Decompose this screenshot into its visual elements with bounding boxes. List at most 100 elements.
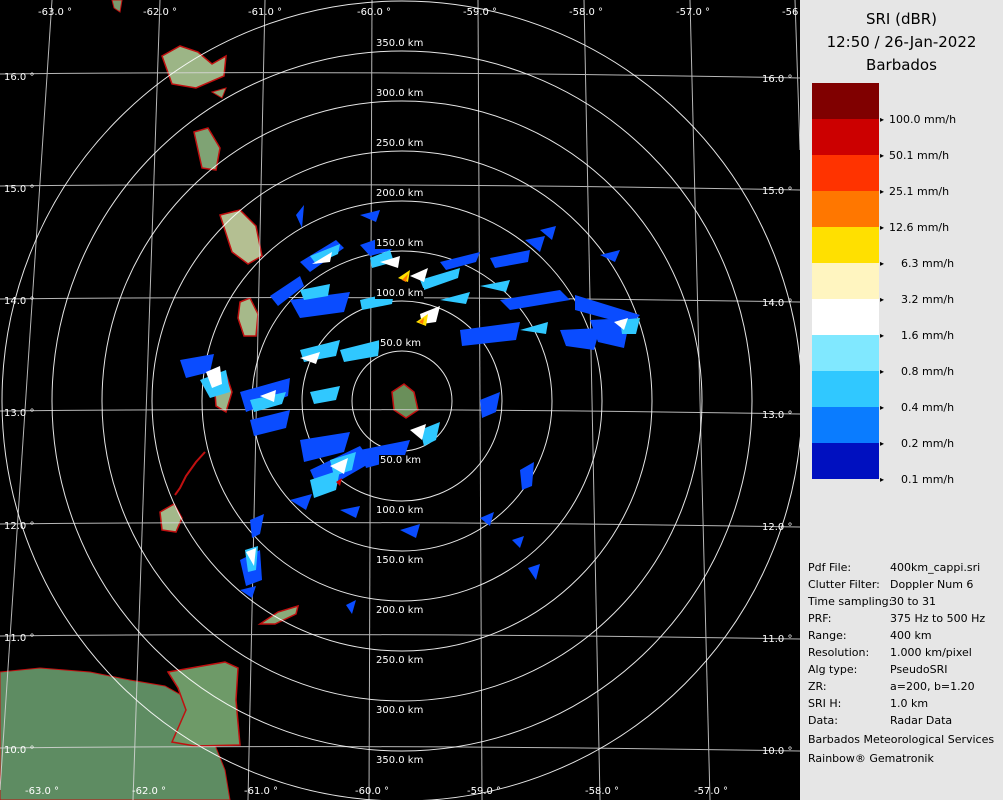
lon-label: -57.0 ° — [694, 786, 729, 797]
range-label: 100.0 km — [375, 505, 425, 516]
scale-tick-icon: ▸ — [880, 187, 885, 196]
dominica-land — [193, 127, 221, 171]
info-row: Time sampling:30 to 31 — [808, 595, 936, 608]
scale-label: 3.2 mm/h — [901, 293, 955, 306]
lat-label: 12.0 ° — [4, 521, 35, 532]
lon-label: -59.0 ° — [463, 7, 498, 18]
info-row: Range: 400 km — [808, 629, 932, 642]
color-swatch — [812, 263, 879, 299]
scale-tick-icon: ▸ — [880, 403, 885, 412]
info-value: Radar Data — [890, 714, 953, 727]
info-value: 30 to 31 — [890, 595, 937, 608]
info-value: PseudoSRI — [890, 663, 948, 676]
range-label: 200.0 km — [375, 605, 425, 616]
site-title: Barbados — [866, 56, 937, 74]
info-key: Resolution: — [808, 646, 870, 659]
info-key: Data: — [808, 714, 838, 727]
lat-label: 16.0 ° — [4, 72, 35, 83]
info-row: SRI H: 1.0 km — [808, 697, 928, 710]
color-swatch — [812, 191, 879, 227]
range-label: 100.0 km — [375, 288, 425, 299]
lon-label: -61.0 ° — [244, 786, 279, 797]
lon-label: -60.0 ° — [355, 786, 390, 797]
color-swatch — [812, 443, 879, 479]
lon-label: -63.0 ° — [25, 786, 60, 797]
lat-label: 11.0 ° — [762, 634, 793, 645]
lat-label: 13.0 ° — [762, 410, 793, 421]
range-label: 300.0 km — [375, 88, 425, 99]
info-key: Range: — [808, 629, 847, 642]
range-label: 50.0 km — [379, 338, 422, 349]
scale-tick-icon: ▸ — [880, 115, 885, 124]
range-label: 350.0 km — [375, 38, 425, 49]
scale-tick-icon: ▸ — [880, 223, 885, 232]
scale-label: 6.3 mm/h — [901, 257, 955, 270]
lon-label: -62.0 ° — [143, 7, 178, 18]
range-label: 200.0 km — [375, 188, 425, 199]
scale-label: 25.1 mm/h — [889, 185, 950, 198]
lon-label: -58.0 ° — [569, 7, 604, 18]
info-value: 400 km — [890, 629, 932, 642]
info-value: 1.000 km/pixel — [890, 646, 972, 659]
lon-label: -59.0 ° — [467, 786, 502, 797]
color-swatch — [812, 119, 879, 155]
scale-label: 0.1 mm/h — [901, 473, 955, 486]
info-value: 375 Hz to 500 Hz — [890, 612, 986, 625]
scale-label: 100.0 mm/h — [889, 113, 957, 126]
stlucia-land — [237, 297, 259, 337]
scale-tick-icon: ▸ — [880, 259, 885, 268]
info-row: Pdf File: 400km_cappi.sri — [808, 561, 980, 574]
scale-tick-icon: ▸ — [880, 367, 885, 376]
organization-credit: Barbados Meteorological Services — [808, 733, 995, 746]
info-row: PRF: 375 Hz to 500 Hz — [808, 612, 985, 625]
lat-label: 10.0 ° — [4, 745, 35, 756]
range-label: 300.0 km — [375, 705, 425, 716]
lon-label: -61.0 ° — [248, 7, 283, 18]
color-swatch — [812, 407, 879, 443]
range-label: 250.0 km — [375, 138, 425, 149]
range-label: 250.0 km — [375, 655, 425, 666]
lon-label: -58.0 ° — [585, 786, 620, 797]
info-key: SRI H: — [808, 697, 842, 710]
lat-label: 11.0 ° — [4, 633, 35, 644]
tobago-land — [257, 604, 300, 625]
legend-panel: SRI (dBR) 12:50 / 26-Jan-2022 Barbados ▸… — [800, 0, 1003, 800]
info-key: ZR: — [808, 680, 827, 693]
scale-tick-icon: ▸ — [880, 151, 885, 160]
scale-tick-icon: ▸ — [880, 295, 885, 304]
info-key: Pdf File: — [808, 561, 852, 574]
info-value: Doppler Num 6 — [890, 578, 974, 591]
info-row: Alg type: PseudoSRI — [808, 663, 948, 676]
scale-label: 0.2 mm/h — [901, 437, 955, 450]
lat-label: 16.0 ° — [762, 74, 793, 85]
range-label: 150.0 km — [375, 555, 425, 566]
scale-label: 50.1 mm/h — [889, 149, 950, 162]
scale-label: 0.8 mm/h — [901, 365, 955, 378]
info-key: Alg type: — [808, 663, 858, 676]
color-swatch — [812, 335, 879, 371]
info-value: 400km_cappi.sri — [890, 561, 981, 574]
software-credit: Rainbow® Gematronik — [808, 752, 934, 765]
lat-label: 13.0 ° — [4, 408, 35, 419]
grenada-land — [159, 502, 183, 533]
barbados-land — [391, 383, 419, 419]
color-swatch — [812, 227, 879, 263]
scale-label: 12.6 mm/h — [889, 221, 950, 234]
info-row: ZR: a=200, b=1.20 — [808, 680, 975, 693]
scale-label: 0.4 mm/h — [901, 401, 955, 414]
info-value: 1.0 km — [890, 697, 929, 710]
info-row: Data: Radar Data — [808, 714, 952, 727]
range-label: 50.0 km — [379, 455, 422, 466]
color-swatch — [812, 155, 879, 191]
lon-label: -62.0 ° — [132, 786, 167, 797]
radar-map-canvas — [0, 0, 800, 800]
product-title: SRI (dBR) — [865, 10, 938, 28]
info-key: Time sampling: — [808, 595, 893, 608]
lat-label: 14.0 ° — [762, 298, 793, 309]
color-swatch — [812, 371, 879, 407]
land-masses — [0, 0, 419, 800]
lat-label: 15.0 ° — [4, 184, 35, 195]
color-swatch — [812, 83, 879, 119]
range-label: 350.0 km — [375, 755, 425, 766]
datetime-title: 12:50 / 26-Jan-2022 — [826, 33, 977, 51]
